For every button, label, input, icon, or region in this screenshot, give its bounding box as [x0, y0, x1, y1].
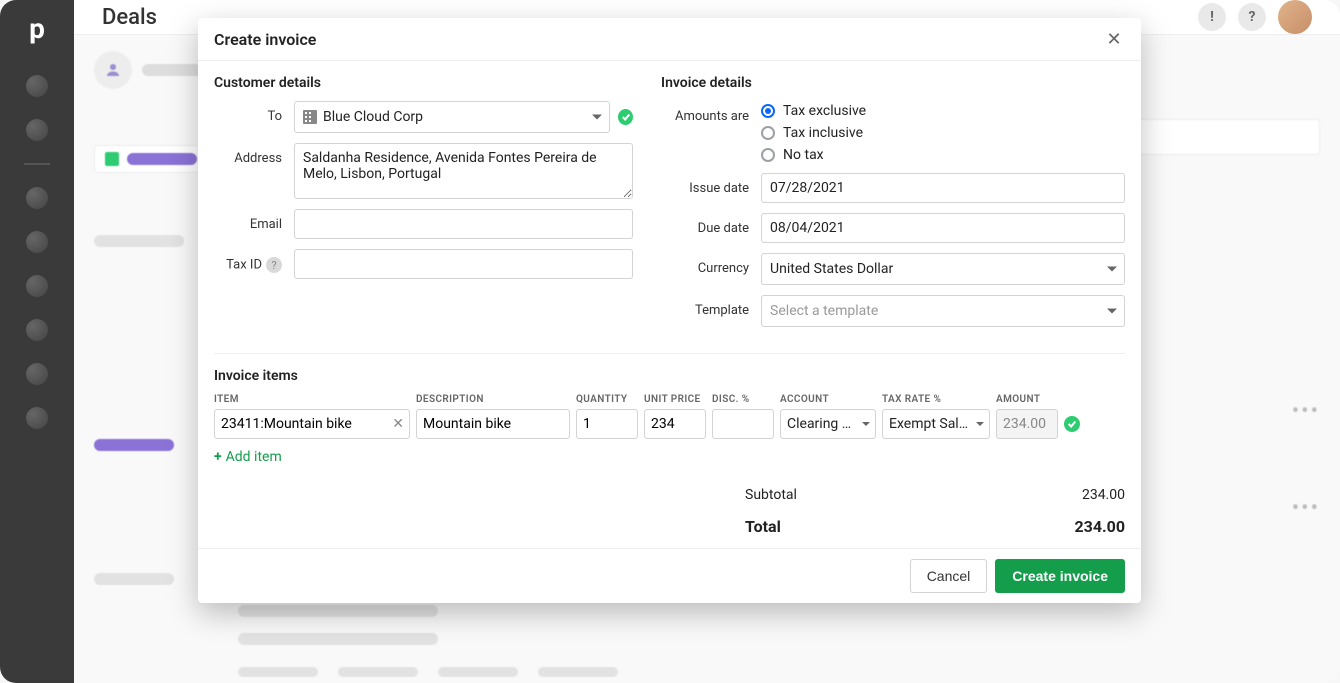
item-name-input[interactable]: [214, 409, 410, 439]
item-unit-price-input[interactable]: [644, 409, 706, 439]
item-quantity-input[interactable]: [576, 409, 638, 439]
modal-header: Create invoice ✕: [198, 18, 1141, 61]
th-unit-price: UNIT PRICE: [644, 394, 706, 405]
th-account: ACCOUNT: [780, 394, 876, 405]
issue-date-input[interactable]: [761, 173, 1125, 203]
label-taxid: Tax ID?: [214, 249, 294, 273]
to-select[interactable]: Blue Cloud Corp: [294, 101, 610, 133]
subtotal-label: Subtotal: [745, 487, 797, 503]
address-input[interactable]: [294, 143, 633, 199]
label-template: Template: [661, 295, 761, 318]
taxid-input[interactable]: [294, 249, 633, 279]
due-date-input[interactable]: [761, 213, 1125, 243]
item-tax-rate-select[interactable]: Exempt Sale…: [882, 409, 990, 439]
building-icon: [303, 110, 317, 124]
th-amount: AMOUNT: [996, 394, 1058, 405]
radio-no-tax[interactable]: No tax: [761, 147, 866, 163]
label-due-date: Due date: [661, 213, 761, 236]
radio-tax-inclusive[interactable]: Tax inclusive: [761, 125, 866, 141]
label-to: To: [214, 101, 294, 124]
item-amount-output: [996, 409, 1058, 439]
th-description: DESCRIPTION: [416, 394, 570, 405]
modal-title: Create invoice: [214, 30, 316, 49]
item-discount-input[interactable]: [712, 409, 774, 439]
create-invoice-modal: Create invoice ✕ Customer details To Blu…: [198, 18, 1141, 603]
section-title-invoice: Invoice details: [661, 75, 1125, 91]
currency-select[interactable]: United States Dollar: [761, 253, 1125, 285]
modal-body: Customer details To Blue Cloud Corp: [198, 61, 1141, 548]
th-item: ITEM: [214, 394, 410, 405]
totals: Subtotal 234.00 Total 234.00: [745, 483, 1125, 540]
email-input[interactable]: [294, 209, 633, 239]
section-title-items: Invoice items: [214, 368, 1125, 384]
template-select[interactable]: Select a template: [761, 295, 1125, 327]
plus-icon: +: [214, 449, 222, 465]
clear-icon[interactable]: ✕: [392, 416, 404, 432]
cancel-button[interactable]: Cancel: [910, 559, 988, 593]
help-icon[interactable]: ?: [266, 257, 282, 273]
label-address: Address: [214, 143, 294, 166]
close-icon[interactable]: ✕: [1103, 28, 1125, 50]
subtotal-value: 234.00: [1082, 487, 1125, 503]
add-item-button[interactable]: + Add item: [214, 449, 282, 465]
table-row: ✕ Clearing Acc… Exempt Sale…: [214, 409, 1125, 439]
th-tax-rate: TAX RATE %: [882, 394, 990, 405]
check-icon: [618, 109, 633, 125]
check-icon: [1064, 416, 1080, 432]
label-amounts-are: Amounts are: [661, 101, 761, 124]
section-title-customer: Customer details: [214, 75, 633, 91]
th-quantity: QUANTITY: [576, 394, 638, 405]
total-label: Total: [745, 517, 781, 536]
item-account-select[interactable]: Clearing Acc…: [780, 409, 876, 439]
amounts-are-radio-group: Tax exclusive Tax inclusive No tax: [761, 101, 866, 163]
radio-tax-exclusive[interactable]: Tax exclusive: [761, 103, 866, 119]
total-value: 234.00: [1074, 517, 1125, 536]
modal-footer: Cancel Create invoice: [198, 548, 1141, 603]
modal-overlay: Create invoice ✕ Customer details To Blu…: [0, 0, 1340, 683]
items-table-header: ITEM DESCRIPTION QUANTITY UNIT PRICE DIS…: [214, 394, 1125, 405]
create-invoice-button[interactable]: Create invoice: [995, 559, 1125, 593]
to-value: Blue Cloud Corp: [323, 109, 423, 125]
th-discount: DISC. %: [712, 394, 774, 405]
label-issue-date: Issue date: [661, 173, 761, 196]
item-description-input[interactable]: [416, 409, 570, 439]
label-email: Email: [214, 209, 294, 232]
label-currency: Currency: [661, 253, 761, 276]
